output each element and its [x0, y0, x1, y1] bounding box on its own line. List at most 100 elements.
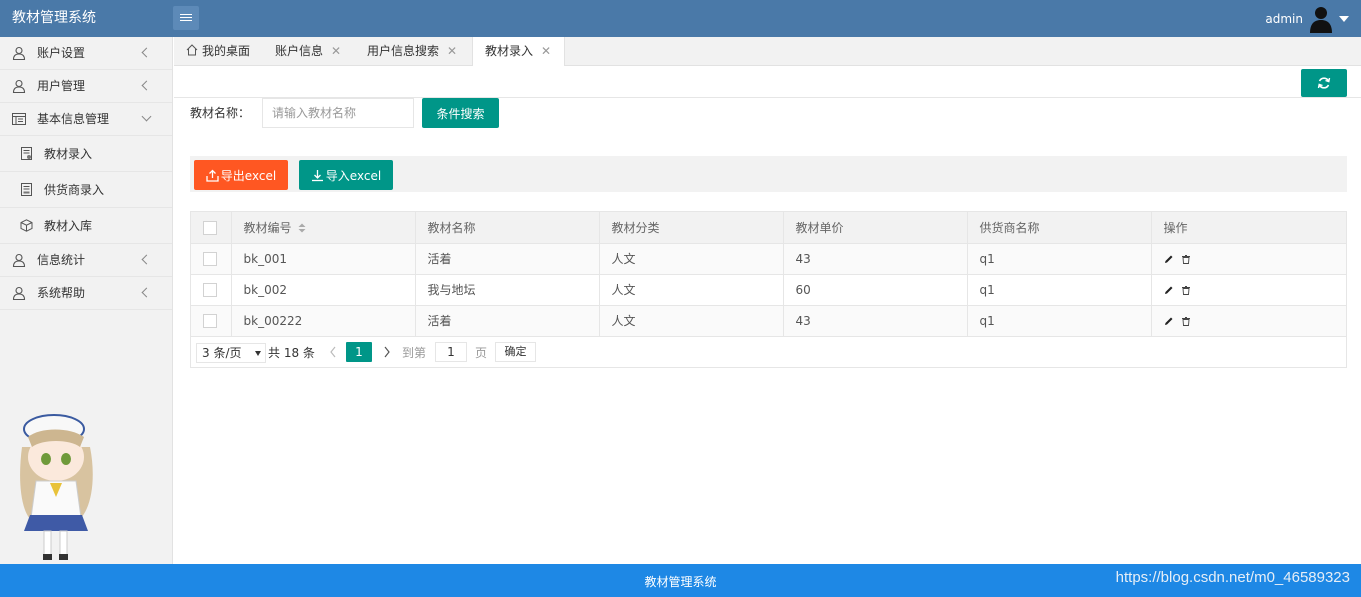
sidebar-item-user-management[interactable]: 用户管理: [0, 70, 172, 103]
chevron-left-icon: [141, 287, 152, 298]
tab-bar: 我的桌面 账户信息 ✕ 用户信息搜索 ✕ 教材录入 ✕: [174, 37, 1361, 67]
sidebar-item-label: 教材入库: [44, 219, 93, 233]
cell-actions: [1151, 274, 1347, 306]
current-page[interactable]: 1: [346, 342, 372, 362]
tab-label: 用户信息搜索: [367, 44, 440, 58]
sidebar: 账户设置 用户管理 基本信息管理 教材录入 供货商录入 教材入库 信息统计 系统…: [0, 37, 173, 564]
column-header[interactable]: 教材编号: [231, 212, 416, 244]
cell-category: 人文: [599, 274, 784, 306]
cell-category: 人文: [599, 243, 784, 275]
refresh-row: [174, 66, 1361, 98]
edit-icon[interactable]: [1164, 285, 1174, 295]
pagination: 3 条/页 共 18 条 1 到第 页 确定: [191, 337, 1346, 368]
cell-name: 活着: [415, 243, 600, 275]
next-page-icon[interactable]: [382, 343, 392, 361]
close-icon[interactable]: ✕: [541, 37, 551, 65]
user-menu[interactable]: admin: [1265, 0, 1349, 37]
textbook-table: 教材编号 教材名称 教材分类 教材单价 供货商名称 操作 bk_001 活着 人…: [190, 211, 1347, 368]
edit-icon[interactable]: [1164, 254, 1174, 264]
sidebar-item-help[interactable]: 系统帮助: [0, 277, 172, 310]
tab-label: 教材录入: [485, 44, 534, 58]
list-icon: [12, 113, 26, 125]
sidebar-item-label: 供货商录入: [44, 183, 105, 197]
edit-icon[interactable]: [1164, 316, 1174, 326]
footer: 教材管理系统 https://blog.csdn.net/m0_46589323: [0, 564, 1361, 597]
cell-price: 60: [783, 274, 968, 306]
cell-category: 人文: [599, 305, 784, 337]
table-header-row: 教材编号 教材名称 教材分类 教材单价 供货商名称 操作: [191, 212, 1347, 244]
column-header: 教材单价: [783, 212, 968, 244]
trash-icon[interactable]: [1181, 316, 1191, 326]
cell-name: 活着: [415, 305, 600, 337]
sidebar-item-label: 信息统计: [37, 253, 86, 267]
user-icon: [12, 286, 26, 300]
tab-textbook-entry[interactable]: 教材录入 ✕: [472, 37, 565, 67]
form-icon: [21, 183, 32, 196]
sidebar-item-statistics[interactable]: 信息统计: [0, 244, 172, 277]
select-all-checkbox[interactable]: [203, 220, 217, 235]
trash-icon[interactable]: [1181, 254, 1191, 264]
export-excel-button[interactable]: 导出excel: [194, 160, 288, 190]
chevron-left-icon: [141, 254, 152, 265]
sidebar-item-basic-info[interactable]: 基本信息管理: [0, 103, 172, 136]
upload-icon: [206, 169, 219, 182]
page-label: 页: [475, 346, 488, 360]
tab-label: 我的桌面: [202, 44, 251, 58]
cell-actions: [1151, 243, 1347, 275]
row-checkbox[interactable]: [203, 251, 217, 266]
cell-supplier: q1: [967, 243, 1152, 275]
column-header: 供货商名称: [967, 212, 1152, 244]
cell-name: 我与地坛: [415, 274, 600, 306]
refresh-icon: [1317, 77, 1331, 89]
sort-icon[interactable]: [298, 223, 306, 233]
cell-code: bk_00222: [231, 305, 416, 337]
tab-my-desktop[interactable]: 我的桌面: [174, 37, 262, 66]
sidebar-subitem-textbook-stock[interactable]: 教材入库: [0, 208, 172, 244]
textbook-name-input[interactable]: [262, 98, 414, 128]
column-header: 操作: [1151, 212, 1347, 244]
table-row: bk_002 我与地坛 人文 60 q1: [191, 274, 1347, 306]
page-size-select[interactable]: 3 条/页: [196, 343, 266, 363]
cell-code: bk_001: [231, 243, 416, 275]
row-checkbox[interactable]: [203, 282, 217, 297]
caret-down-icon: [255, 351, 261, 356]
import-label: 导入excel: [325, 168, 382, 183]
menu-toggle-button[interactable]: [173, 6, 199, 30]
main-content: 教材名称： 条件搜索 导出excel 导入excel 教材编号 教材名称 教材分…: [174, 66, 1361, 564]
cell-supplier: q1: [967, 305, 1152, 337]
cell-price: 43: [783, 243, 968, 275]
chevron-left-icon: [141, 47, 152, 58]
refresh-button[interactable]: [1301, 69, 1347, 97]
chevron-left-icon: [141, 80, 152, 91]
sidebar-subitem-supplier-entry[interactable]: 供货商录入: [0, 172, 172, 208]
toolbar: 导出excel 导入excel: [190, 156, 1347, 192]
search-button[interactable]: 条件搜索: [422, 98, 499, 128]
cell-supplier: q1: [967, 274, 1152, 306]
close-icon[interactable]: ✕: [447, 37, 457, 65]
cell-actions: [1151, 305, 1347, 337]
prev-page-icon[interactable]: [328, 343, 338, 361]
goto-label: 到第: [402, 346, 427, 360]
goto-page-input[interactable]: [435, 342, 467, 362]
goto-confirm-button[interactable]: 确定: [495, 342, 536, 362]
import-excel-button[interactable]: 导入excel: [299, 160, 393, 190]
tab-label: 账户信息: [275, 44, 324, 58]
sidebar-subitem-textbook-entry[interactable]: 教材录入: [0, 136, 172, 172]
mascot-image: [20, 414, 93, 560]
trash-icon[interactable]: [1181, 285, 1191, 295]
row-checkbox[interactable]: [203, 313, 217, 328]
table-row: bk_001 活着 人文 43 q1: [191, 243, 1347, 275]
table-row: bk_00222 活着 人文 43 q1: [191, 305, 1347, 337]
box-icon: [20, 219, 33, 232]
sidebar-item-label: 教材录入: [44, 147, 93, 161]
user-icon: [12, 79, 26, 93]
tab-account-info[interactable]: 账户信息 ✕: [263, 37, 355, 66]
sidebar-item-account-settings[interactable]: 账户设置: [0, 37, 172, 70]
close-icon[interactable]: ✕: [331, 37, 341, 65]
download-icon: [311, 169, 323, 181]
total-count: 共 18 条: [268, 346, 315, 360]
tab-user-search[interactable]: 用户信息搜索 ✕: [355, 37, 472, 66]
chevron-down-icon: [141, 111, 152, 122]
cell-price: 43: [783, 305, 968, 337]
app-title: 教材管理系统: [12, 10, 96, 26]
